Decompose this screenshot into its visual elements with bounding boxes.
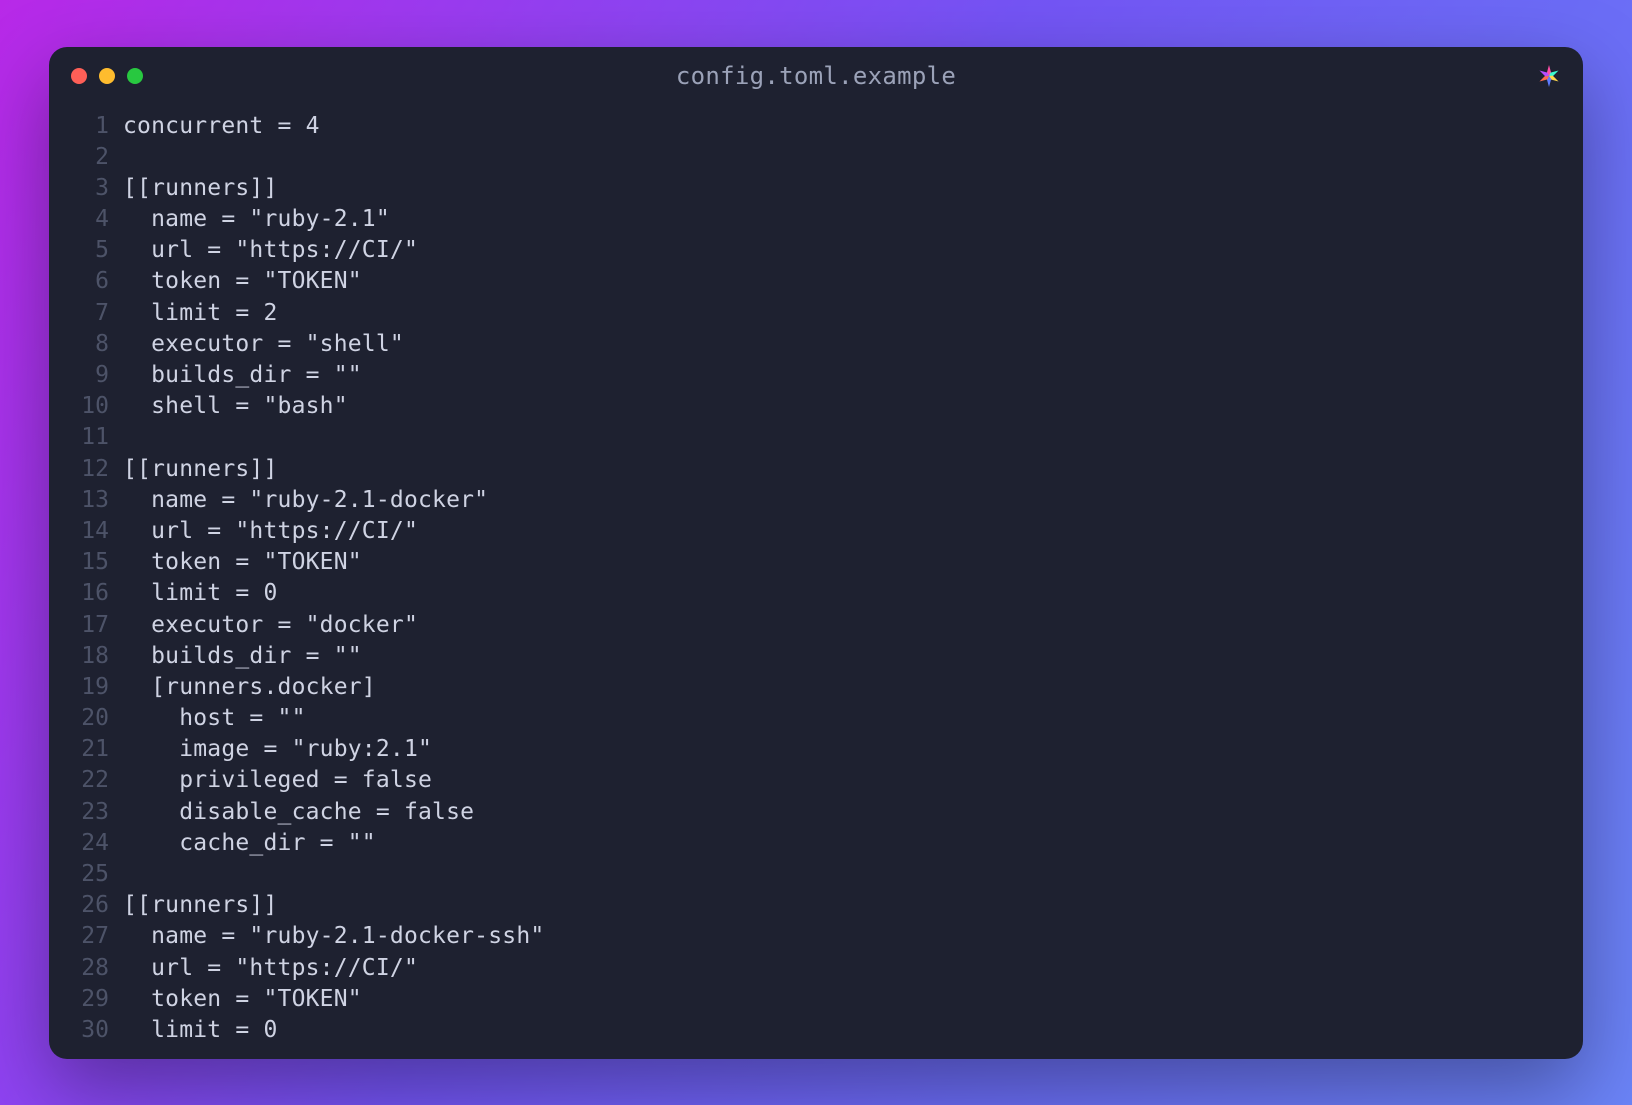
code-editor[interactable]: 1concurrent = 423[[runners]]4 name = "ru… — [49, 105, 1583, 1059]
line-content: executor = "shell" — [123, 329, 404, 360]
line-content: [[runners]] — [123, 890, 278, 921]
line-number: 25 — [49, 859, 123, 890]
code-line: 25 — [49, 859, 1583, 890]
line-number: 4 — [49, 204, 123, 235]
line-content: limit = 0 — [123, 1015, 278, 1046]
code-line: 12[[runners]] — [49, 454, 1583, 485]
line-number: 14 — [49, 516, 123, 547]
line-content: privileged = false — [123, 765, 432, 796]
line-content: name = "ruby-2.1" — [123, 204, 390, 235]
code-line: 17 executor = "docker" — [49, 610, 1583, 641]
line-content: [[runners]] — [123, 173, 278, 204]
code-line: 9 builds_dir = "" — [49, 360, 1583, 391]
close-button[interactable] — [71, 68, 87, 84]
code-line: 11 — [49, 422, 1583, 453]
line-number: 16 — [49, 578, 123, 609]
line-number: 22 — [49, 765, 123, 796]
brand-asterisk-icon — [1535, 62, 1563, 90]
line-number: 7 — [49, 298, 123, 329]
line-content: token = "TOKEN" — [123, 547, 362, 578]
code-line: 21 image = "ruby:2.1" — [49, 734, 1583, 765]
line-content: name = "ruby-2.1-docker-ssh" — [123, 921, 544, 952]
line-content: token = "TOKEN" — [123, 984, 362, 1015]
code-line: 15 token = "TOKEN" — [49, 547, 1583, 578]
line-content: shell = "bash" — [123, 391, 348, 422]
code-line: 24 cache_dir = "" — [49, 828, 1583, 859]
line-number: 2 — [49, 142, 123, 173]
code-line: 18 builds_dir = "" — [49, 641, 1583, 672]
line-content: builds_dir = "" — [123, 360, 362, 391]
line-number: 29 — [49, 984, 123, 1015]
line-number: 11 — [49, 422, 123, 453]
line-content: url = "https://CI/" — [123, 516, 418, 547]
line-number: 3 — [49, 173, 123, 204]
code-line: 26[[runners]] — [49, 890, 1583, 921]
code-line: 10 shell = "bash" — [49, 391, 1583, 422]
line-content: concurrent = 4 — [123, 111, 320, 142]
line-content: disable_cache = false — [123, 797, 474, 828]
line-number: 28 — [49, 953, 123, 984]
code-line: 22 privileged = false — [49, 765, 1583, 796]
minimize-button[interactable] — [99, 68, 115, 84]
line-content: url = "https://CI/" — [123, 235, 418, 266]
line-number: 18 — [49, 641, 123, 672]
line-content: executor = "docker" — [123, 610, 418, 641]
line-number: 23 — [49, 797, 123, 828]
line-number: 27 — [49, 921, 123, 952]
line-number: 15 — [49, 547, 123, 578]
code-line: 19 [runners.docker] — [49, 672, 1583, 703]
code-line: 13 name = "ruby-2.1-docker" — [49, 485, 1583, 516]
code-line: 3[[runners]] — [49, 173, 1583, 204]
titlebar: config.toml.example — [49, 47, 1583, 105]
code-line: 5 url = "https://CI/" — [49, 235, 1583, 266]
line-content: host = "" — [123, 703, 306, 734]
maximize-button[interactable] — [127, 68, 143, 84]
line-content: name = "ruby-2.1-docker" — [123, 485, 488, 516]
line-number: 9 — [49, 360, 123, 391]
line-number: 6 — [49, 266, 123, 297]
line-content: builds_dir = "" — [123, 641, 362, 672]
code-line: 28 url = "https://CI/" — [49, 953, 1583, 984]
code-line: 6 token = "TOKEN" — [49, 266, 1583, 297]
line-content: image = "ruby:2.1" — [123, 734, 432, 765]
line-number: 1 — [49, 111, 123, 142]
line-content: url = "https://CI/" — [123, 953, 418, 984]
traffic-lights — [71, 68, 143, 84]
code-line: 7 limit = 2 — [49, 298, 1583, 329]
line-content: [runners.docker] — [123, 672, 376, 703]
code-line: 23 disable_cache = false — [49, 797, 1583, 828]
line-content: token = "TOKEN" — [123, 266, 362, 297]
line-number: 24 — [49, 828, 123, 859]
line-content: [[runners]] — [123, 454, 278, 485]
line-number: 30 — [49, 1015, 123, 1046]
line-number: 12 — [49, 454, 123, 485]
code-line: 2 — [49, 142, 1583, 173]
code-line: 4 name = "ruby-2.1" — [49, 204, 1583, 235]
line-content: cache_dir = "" — [123, 828, 376, 859]
code-line: 14 url = "https://CI/" — [49, 516, 1583, 547]
line-number: 5 — [49, 235, 123, 266]
line-content: limit = 2 — [123, 298, 278, 329]
line-number: 17 — [49, 610, 123, 641]
line-number: 26 — [49, 890, 123, 921]
code-line: 8 executor = "shell" — [49, 329, 1583, 360]
code-line: 1concurrent = 4 — [49, 111, 1583, 142]
code-line: 27 name = "ruby-2.1-docker-ssh" — [49, 921, 1583, 952]
line-number: 10 — [49, 391, 123, 422]
line-content: limit = 0 — [123, 578, 278, 609]
code-line: 29 token = "TOKEN" — [49, 984, 1583, 1015]
code-line: 30 limit = 0 — [49, 1015, 1583, 1046]
line-number: 8 — [49, 329, 123, 360]
line-number: 20 — [49, 703, 123, 734]
line-number: 13 — [49, 485, 123, 516]
line-number: 19 — [49, 672, 123, 703]
code-line: 20 host = "" — [49, 703, 1583, 734]
editor-window: config.toml.example 1concurrent = 423[[r… — [49, 47, 1583, 1059]
line-number: 21 — [49, 734, 123, 765]
code-lines-container: 1concurrent = 423[[runners]]4 name = "ru… — [49, 111, 1583, 1047]
code-line: 16 limit = 0 — [49, 578, 1583, 609]
window-title: config.toml.example — [676, 62, 956, 90]
